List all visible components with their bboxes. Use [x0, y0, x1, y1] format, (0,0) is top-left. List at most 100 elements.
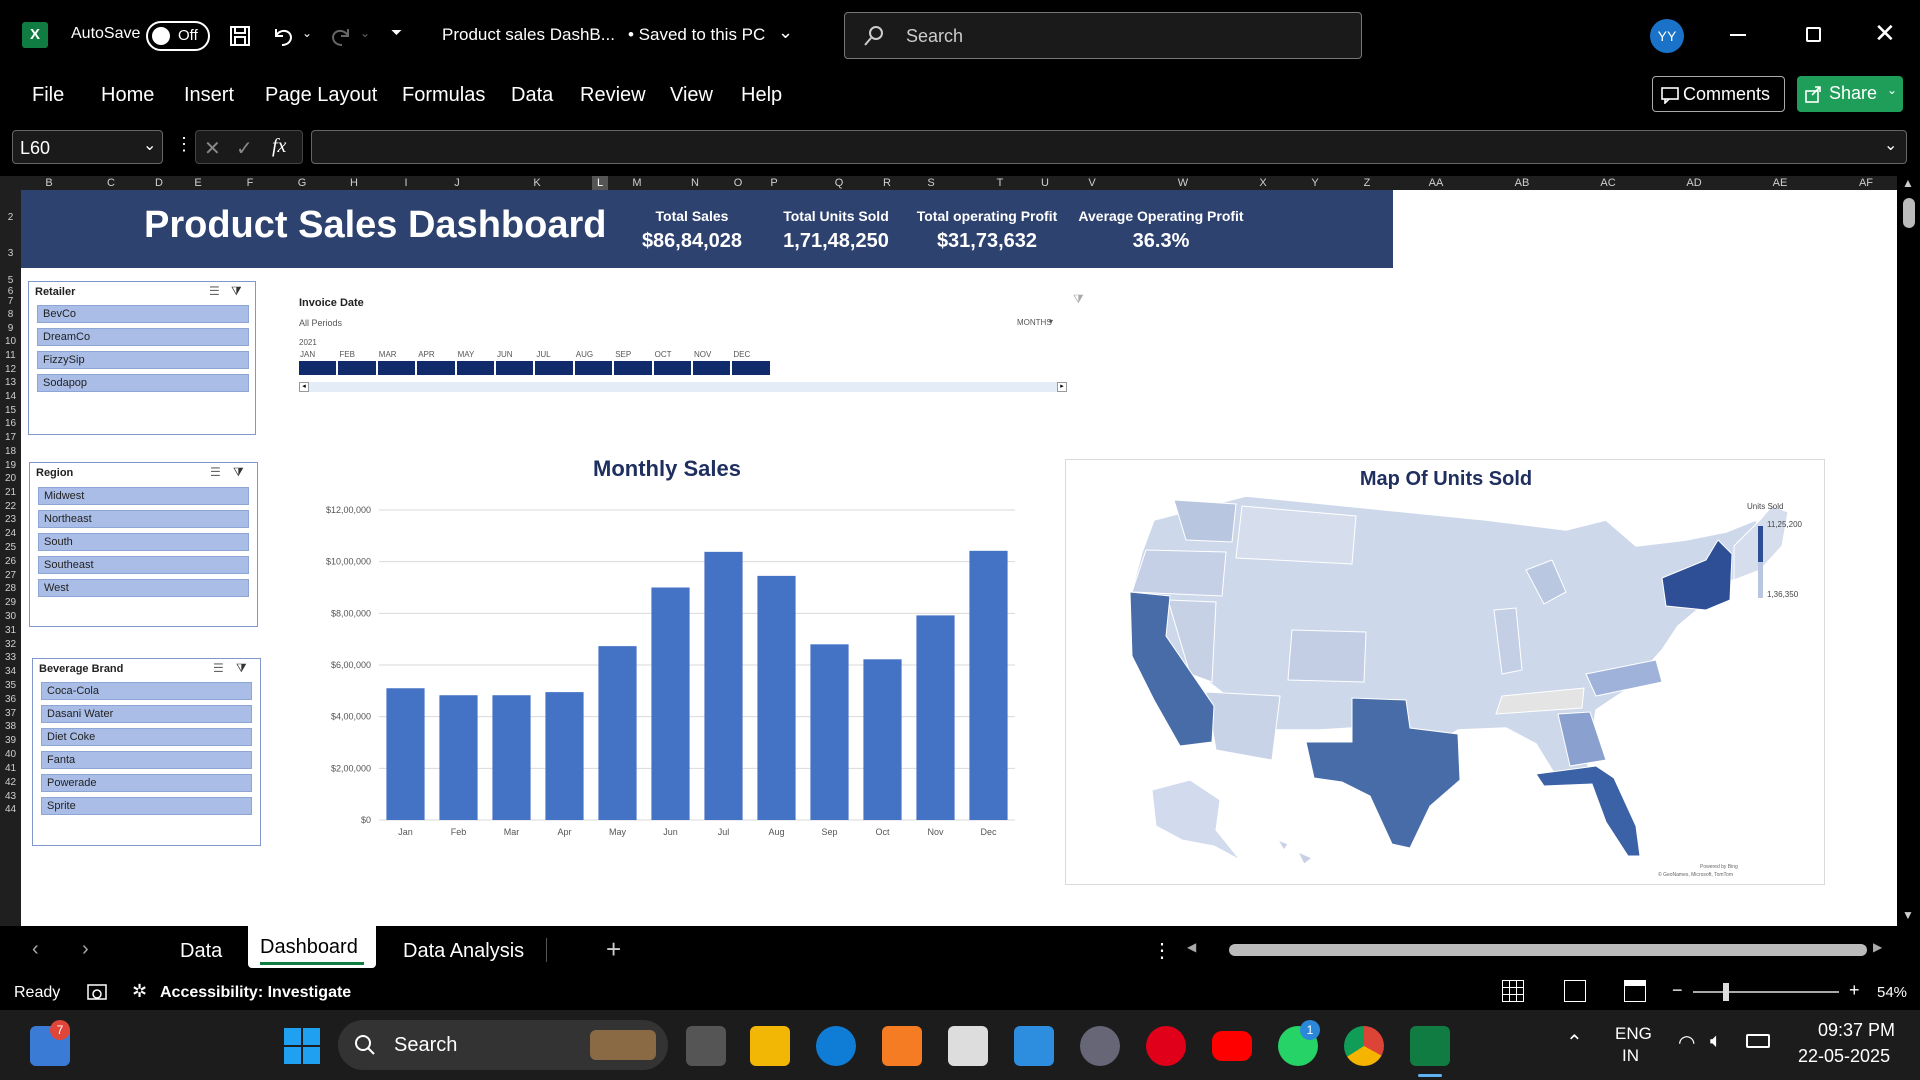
column-header[interactable]: Q — [821, 176, 857, 190]
comments-button[interactable]: Comments — [1652, 76, 1785, 112]
battery-icon[interactable] — [1746, 1034, 1770, 1048]
monthly-sales-chart[interactable]: Monthly Sales $0 $2,00,000 $4,00,000 $6,00,… — [299, 448, 1035, 848]
scroll-up-icon[interactable]: ▲ — [1902, 176, 1914, 190]
column-header[interactable]: R — [869, 176, 905, 190]
column-header[interactable]: K — [519, 176, 555, 190]
bar-oct[interactable] — [863, 659, 902, 820]
insert-function-icon[interactable]: fx — [272, 135, 286, 158]
zoom-slider[interactable] — [1693, 983, 1839, 1001]
scroll-thumb[interactable] — [1903, 198, 1915, 228]
macro-record-icon[interactable] — [86, 983, 108, 1003]
tray-expand-icon[interactable]: ⌃ — [1566, 1030, 1583, 1055]
xampp-icon[interactable] — [882, 1026, 922, 1066]
bar-mar[interactable] — [492, 695, 531, 820]
row-header[interactable]: 25 — [0, 542, 21, 553]
timeline-month-bar[interactable] — [614, 361, 652, 375]
timeline-month-bar[interactable] — [456, 361, 494, 375]
bar-may[interactable] — [598, 646, 637, 820]
row-header[interactable]: 21 — [0, 487, 21, 498]
column-header[interactable]: D — [141, 176, 177, 190]
page-layout-view-icon[interactable] — [1564, 980, 1586, 1002]
clear-filter-icon[interactable]: ⧩ — [236, 661, 247, 676]
bar-jun[interactable] — [651, 587, 690, 821]
row-header[interactable]: 26 — [0, 556, 21, 567]
scroll-right-icon[interactable]: ▸ — [1057, 382, 1067, 392]
slicer-item[interactable]: DreamCo — [37, 328, 249, 346]
formula-input[interactable]: ⌄ — [311, 130, 1907, 164]
chrome-icon[interactable] — [1344, 1026, 1384, 1066]
slicer-item[interactable]: Midwest — [38, 487, 249, 505]
menu-view[interactable]: View — [670, 84, 713, 107]
column-header[interactable]: C — [93, 176, 129, 190]
next-sheet-icon[interactable]: › — [82, 938, 89, 961]
clock-time[interactable]: 09:37 PM — [1818, 1020, 1895, 1041]
row-header[interactable]: 10 — [0, 336, 21, 347]
timeline-month-bar[interactable] — [496, 361, 534, 375]
avatar[interactable]: YY — [1650, 19, 1684, 53]
row-header[interactable]: 27 — [0, 570, 21, 581]
menu-formulas[interactable]: Formulas — [402, 84, 485, 107]
store-icon[interactable] — [948, 1026, 988, 1066]
row-header[interactable]: 15 — [0, 405, 21, 416]
multi-select-icon[interactable]: ☰ — [210, 465, 221, 479]
column-header[interactable]: J — [439, 176, 475, 190]
row-header[interactable]: 30 — [0, 611, 21, 622]
enter-icon[interactable]: ✓ — [236, 136, 253, 161]
search-box[interactable]: Search — [844, 12, 1362, 59]
clear-filter-icon[interactable]: ⧩ — [233, 465, 244, 480]
undo-dropdown-icon[interactable]: ⌄ — [302, 26, 312, 40]
row-header[interactable]: 12 — [0, 364, 21, 375]
column-header[interactable]: S — [913, 176, 949, 190]
timeline-month-bar[interactable] — [338, 361, 376, 375]
title-chevron-down-icon[interactable]: ⌄ — [778, 22, 793, 43]
slicer-item[interactable]: Dasani Water — [41, 705, 252, 723]
hscroll-right-icon[interactable]: ▶ — [1873, 940, 1882, 954]
row-header[interactable]: 20 — [0, 473, 21, 484]
column-header[interactable]: AF — [1848, 176, 1884, 190]
prev-sheet-icon[interactable]: ‹ — [32, 938, 39, 961]
timeline-invoice-date[interactable]: Invoice Date ⧩ All Periods MONTHS ▾ 2021… — [299, 290, 1095, 408]
slicer-item[interactable]: West — [38, 579, 249, 597]
settings-icon[interactable] — [1080, 1026, 1120, 1066]
column-header[interactable]: AB — [1504, 176, 1540, 190]
row-header[interactable]: 32 — [0, 639, 21, 650]
column-header[interactable]: E — [180, 176, 216, 190]
bar-nov[interactable] — [916, 615, 955, 820]
restore-icon[interactable] — [1806, 27, 1821, 42]
zoom-slider-thumb[interactable] — [1723, 983, 1729, 1001]
column-header[interactable]: X — [1245, 176, 1281, 190]
formula-expand-icon[interactable]: ⌄ — [1884, 135, 1897, 155]
worksheet-dashboard[interactable]: Product Sales Dashboard Total Sales $86,… — [21, 190, 1897, 926]
multi-select-icon[interactable]: ☰ — [213, 661, 224, 675]
more-options-icon[interactable]: ⋮ — [1152, 938, 1172, 963]
timeline-month-bar[interactable] — [574, 361, 613, 375]
menu-data[interactable]: Data — [511, 84, 553, 107]
select-all-corner[interactable] — [0, 176, 21, 190]
start-icon[interactable] — [284, 1028, 320, 1064]
horizontal-scrollbar-thumb[interactable] — [1229, 944, 1867, 956]
slicer-item[interactable]: Diet Coke — [41, 728, 252, 746]
wifi-icon[interactable]: ◠ — [1678, 1030, 1695, 1055]
menu-help[interactable]: Help — [741, 84, 782, 107]
name-box-chevron-icon[interactable]: ⌄ — [143, 135, 156, 155]
timeline-month-bar[interactable] — [299, 361, 337, 375]
accessibility-status[interactable]: Accessibility: Investigate — [160, 984, 351, 1002]
slicer-item[interactable]: Sodapop — [37, 374, 249, 392]
row-header[interactable]: 13 — [0, 377, 21, 388]
row-header[interactable]: 9 — [0, 323, 21, 334]
bar-dec[interactable] — [969, 550, 1008, 820]
tab-data-analysis[interactable]: Data Analysis — [403, 940, 524, 963]
slicer-beverage-brand[interactable]: Beverage Brand ☰ ⧩ Coca-Cola Dasani Wate… — [32, 658, 261, 846]
row-header[interactable]: 14 — [0, 391, 21, 402]
timeline-month-bar[interactable] — [732, 361, 770, 375]
timeline-month-bar[interactable] — [535, 361, 573, 375]
row-header[interactable]: 28 — [0, 583, 21, 594]
slicer-item[interactable]: FizzySip — [37, 351, 249, 369]
row-header[interactable]: 8 — [0, 309, 21, 320]
name-box[interactable]: L60 ⌄ — [12, 130, 163, 164]
customize-qat-icon[interactable]: ⏷ — [391, 24, 402, 41]
timeline-level-chevron-icon[interactable]: ▾ — [1049, 317, 1053, 326]
row-header[interactable]: 31 — [0, 625, 21, 636]
row-header[interactable]: 7 — [0, 296, 21, 307]
row-header[interactable]: 42 — [0, 777, 21, 788]
